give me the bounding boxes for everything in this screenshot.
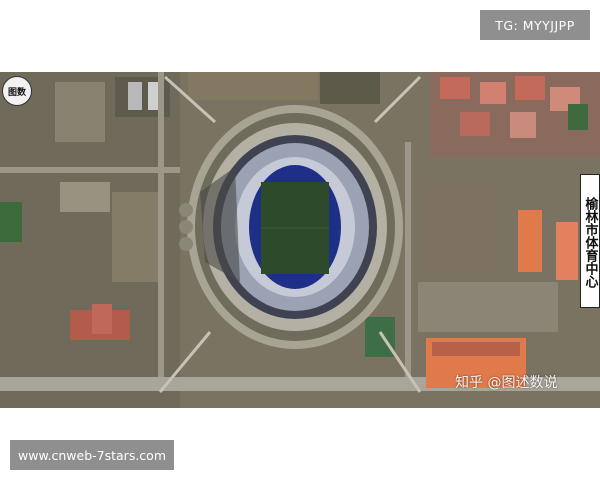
map-logo-badge: 图数 [2,76,32,106]
tg-watermark-badge: TG: MYYJJPP [480,10,590,40]
place-name-label: 榆林市体育中心 [580,174,600,308]
website-watermark-badge: www.cnweb-7stars.com [10,440,174,470]
aerial-stadium-photo [0,72,600,408]
zhihu-watermark: 知乎 @图述数说 [455,375,558,391]
